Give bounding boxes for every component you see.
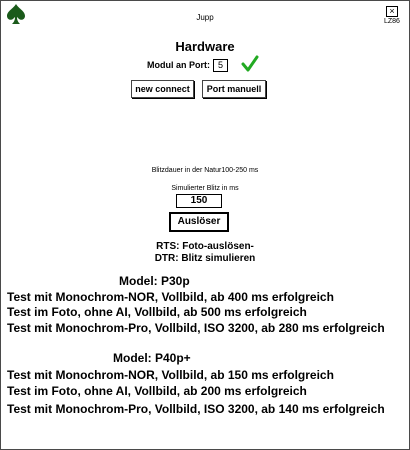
hardware-heading: Hardware (175, 39, 235, 54)
test-result: Test mit Monochrom-Pro, Vollbild, ISO 32… (7, 402, 385, 416)
port-label: Modul an Port: (147, 60, 210, 70)
dtr-text: DTR: Blitz simulieren (154, 253, 256, 264)
test-result: Test mit Monochrom-Pro, Vollbild, ISO 32… (7, 321, 385, 335)
port-input[interactable]: 5 (213, 59, 228, 72)
test-result: Test im Foto, ohne AI, Vollbild, ab 500 … (7, 305, 307, 319)
corner-code: LZ86 (384, 18, 400, 25)
checkmark-icon (241, 55, 259, 72)
port-manual-button[interactable]: Port manuell (202, 80, 266, 98)
close-button[interactable]: × (386, 6, 398, 17)
new-connect-button[interactable]: new connect (131, 80, 194, 98)
simulated-flash-input[interactable]: 150 (176, 194, 222, 208)
flash-duration-text: Blitzdauer in der Natur100-250 ms (151, 167, 259, 174)
test-result: Test mit Monochrom-NOR, Vollbild, ab 150… (7, 368, 334, 382)
window-title: Jupp (196, 13, 214, 22)
model-heading: Model: P30p (119, 274, 190, 288)
test-result: Test mit Monochrom-NOR, Vollbild, ab 400… (7, 290, 334, 304)
app-window: Jupp × LZ86 Hardware Modul an Port: 5 ne… (0, 0, 410, 450)
trigger-button[interactable]: Auslöser (169, 212, 229, 232)
simulated-flash-label: Simulierter Blitz in ms (171, 185, 239, 192)
model-heading: Model: P40p+ (113, 351, 191, 365)
rts-text: RTS: Foto-auslösen- (156, 241, 254, 252)
test-result: Test im Foto, ohne AI, Vollbild, ab 200 … (7, 384, 307, 398)
